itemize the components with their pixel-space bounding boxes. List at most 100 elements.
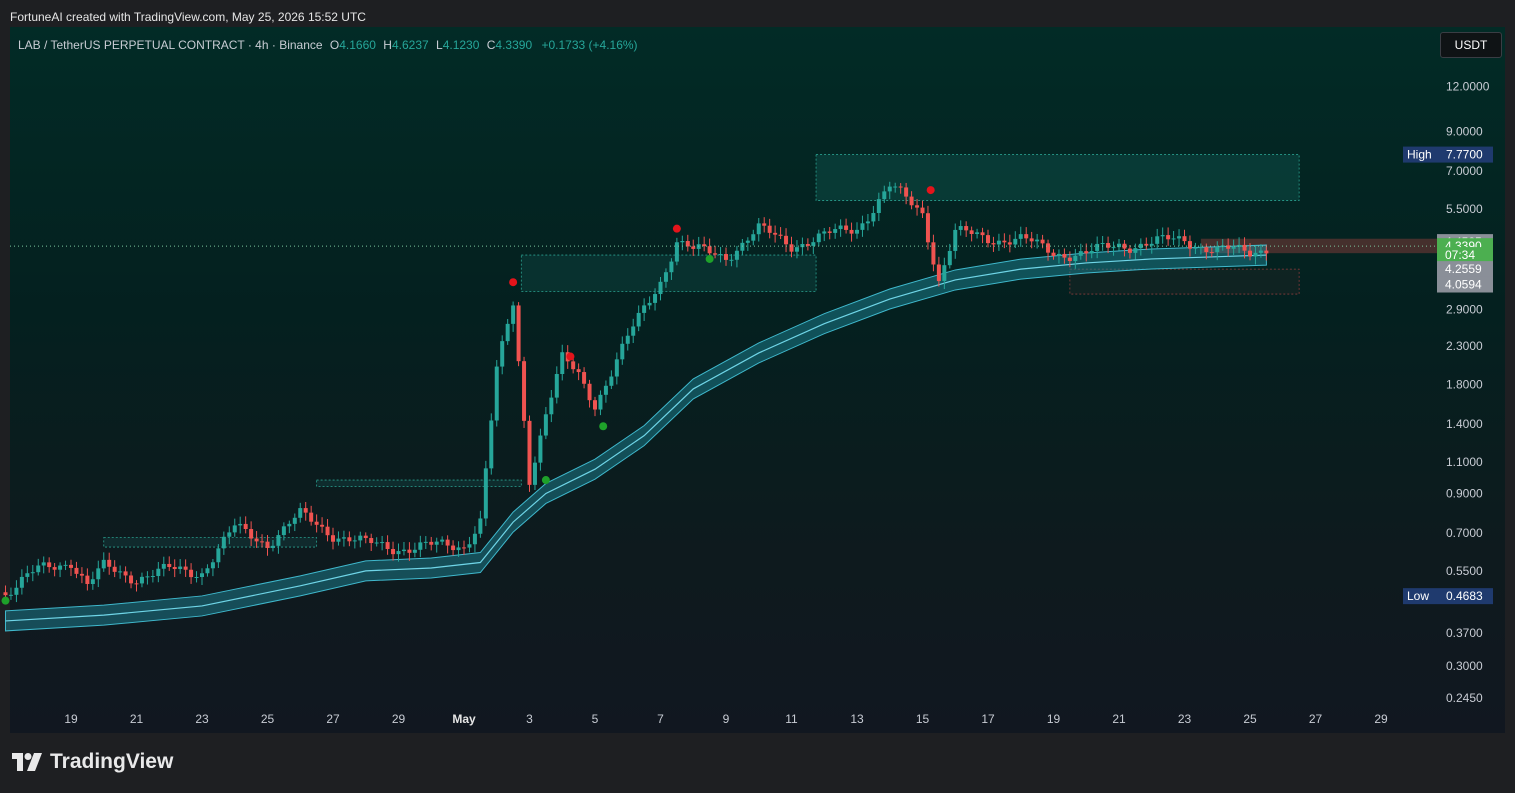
price-badge-label: 07:34: [1445, 248, 1475, 262]
candle-body: [1018, 234, 1023, 239]
price-badge-label: 4.0594: [1445, 278, 1482, 292]
tradingview-logo-icon: [12, 753, 42, 771]
candle-body: [298, 508, 303, 518]
candle-body: [118, 571, 123, 573]
currency-button[interactable]: USDT: [1440, 32, 1502, 58]
x-tick-label: 17: [981, 712, 995, 726]
candle-body: [281, 526, 286, 536]
candle-body: [751, 234, 756, 241]
candle-body: [707, 246, 712, 254]
candle-body: [576, 369, 581, 373]
candle-body: [745, 240, 750, 243]
y-tick-label: 12.0000: [1446, 79, 1490, 93]
candle-body: [734, 250, 739, 260]
candle-body: [107, 559, 112, 567]
candle-body: [560, 352, 565, 375]
candle-body: [680, 241, 685, 243]
candle-body: [172, 566, 177, 570]
x-tick-label: 5: [592, 712, 599, 726]
candle-body: [598, 394, 603, 410]
y-tick-label: 0.9000: [1446, 486, 1483, 500]
candle-body: [1007, 242, 1012, 245]
candle-body: [500, 341, 505, 367]
candle-body: [1127, 248, 1132, 253]
signal-sell: [509, 278, 518, 287]
x-tick-label: 7: [657, 712, 664, 726]
candle-body: [756, 223, 761, 235]
zone-supply: [815, 154, 1300, 201]
candle-body: [653, 294, 658, 303]
candle-body: [1078, 251, 1083, 256]
candle-body: [292, 517, 297, 524]
signal-buy: [541, 476, 550, 485]
candle-body: [1051, 252, 1056, 256]
candle-body: [238, 523, 243, 526]
candle-body: [778, 234, 783, 236]
candle-body: [1133, 248, 1138, 253]
x-tick-label: 29: [392, 712, 406, 726]
candle-body: [538, 435, 543, 463]
candle-body: [156, 568, 161, 577]
candle-body: [1029, 238, 1034, 242]
candle-body: [920, 207, 925, 214]
x-tick-label: 27: [1309, 712, 1323, 726]
candle-body: [391, 548, 396, 555]
candle-body: [1084, 251, 1089, 254]
candle-body: [52, 567, 57, 570]
zone-supply-outline: [1069, 268, 1300, 295]
candle-body: [270, 545, 275, 548]
candle-body: [462, 547, 466, 549]
candle-body: [96, 568, 101, 580]
candle-body: [341, 537, 346, 539]
candle-body: [423, 541, 428, 543]
x-tick-label: 3: [526, 712, 533, 726]
candle-body: [947, 250, 952, 266]
candle-body: [942, 265, 947, 282]
candle-body: [833, 229, 838, 233]
candle-body: [8, 594, 13, 596]
candle-body: [440, 539, 445, 542]
candle-body: [303, 508, 308, 513]
candle-body: [740, 242, 745, 251]
candle-body: [1100, 243, 1105, 245]
candle-body: [1149, 243, 1154, 246]
zone-demand: [316, 479, 522, 488]
candle-body: [210, 562, 215, 569]
x-tick-label: 21: [130, 712, 144, 726]
candle-body: [139, 576, 144, 584]
candle-body: [347, 537, 352, 542]
candle-body: [380, 542, 385, 544]
candle-body: [412, 549, 417, 553]
open-value: 4.1660: [339, 38, 376, 52]
price-chart[interactable]: 15.000012.00009.00007.00005.50002.90002.…: [0, 0, 1515, 793]
y-tick-label: 0.7000: [1446, 526, 1483, 540]
candle-body: [1056, 253, 1061, 256]
x-tick-label: 25: [1243, 712, 1257, 726]
candle-body: [860, 223, 865, 230]
candle-body: [522, 361, 527, 421]
candle-body: [467, 544, 472, 548]
candle-body: [582, 372, 587, 384]
low-badge-label: Low: [1407, 589, 1429, 603]
candle-body: [1242, 244, 1247, 251]
candle-body: [893, 186, 898, 188]
candle-body: [445, 539, 450, 546]
candle-body: [724, 254, 728, 260]
y-tick-label: 9.0000: [1446, 124, 1483, 138]
candle-body: [1182, 236, 1187, 242]
candle-body: [407, 549, 412, 553]
y-tick-label: 7.0000: [1446, 164, 1483, 178]
candle-body: [90, 579, 95, 585]
candle-body: [1253, 252, 1258, 257]
candle-body: [838, 225, 843, 230]
candle-body: [603, 385, 608, 395]
candle-body: [931, 242, 936, 265]
candle-body: [429, 541, 434, 545]
candle-body: [516, 305, 521, 362]
candle-body: [1215, 246, 1220, 253]
candle-body: [784, 235, 789, 245]
tradingview-brand[interactable]: TradingView: [12, 750, 173, 774]
candle-body: [1248, 250, 1252, 257]
open-label: O: [329, 38, 340, 52]
candle-body: [789, 244, 794, 252]
